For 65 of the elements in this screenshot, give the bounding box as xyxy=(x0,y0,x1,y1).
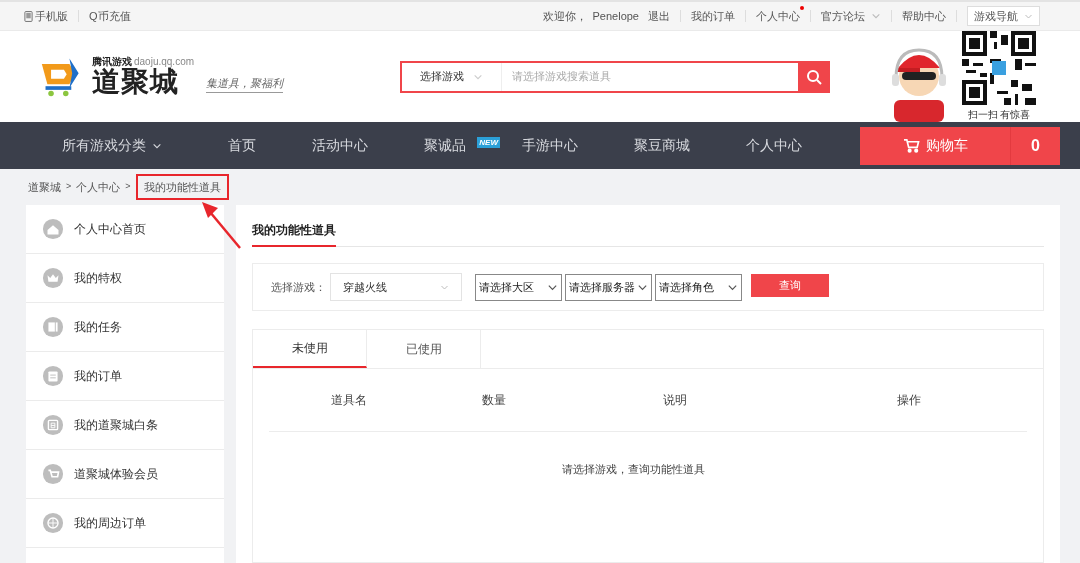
nav-link[interactable]: 活动中心 xyxy=(312,135,368,156)
nav-link[interactable]: 聚豆商城 xyxy=(634,135,690,156)
tab[interactable]: 已使用 xyxy=(367,330,481,368)
game-nav-dropdown[interactable]: 游戏导航 xyxy=(967,6,1040,26)
column-header: 道具名 xyxy=(330,392,368,409)
phone-icon xyxy=(24,10,33,22)
slogan-text: 集道具，聚福利 xyxy=(206,75,284,94)
breadcrumb-link[interactable]: 道聚城 xyxy=(28,178,61,196)
breadcrumb-link[interactable]: 个人中心 xyxy=(76,178,121,196)
game-select[interactable]: 选择游戏 xyxy=(402,62,502,91)
qr-caption: 扫一扫 有惊喜 xyxy=(967,108,1031,122)
cart-label: 购物车 xyxy=(925,136,968,155)
nav-link[interactable]: 手游中心 xyxy=(522,135,578,156)
sidebar-item[interactable]: 我的任务 xyxy=(26,303,224,352)
home-icon xyxy=(42,218,64,240)
clipboard-icon xyxy=(42,365,64,387)
publisher-text: 腾讯游戏 xyxy=(92,57,132,67)
top-link[interactable]: 帮助中心 xyxy=(902,7,946,25)
caret-icon xyxy=(871,11,881,21)
cart-count: 0 xyxy=(1010,126,1060,165)
nav-link[interactable]: 个人中心 xyxy=(746,135,802,156)
select-dropdown[interactable]: 请选择服务器 xyxy=(565,273,652,301)
tab[interactable]: 未使用 xyxy=(253,330,367,368)
search-field[interactable]: 选择游戏 请选择游戏搜索道具 xyxy=(400,60,830,93)
greeting-text: 欢迎你， xyxy=(542,8,587,24)
cart-icon xyxy=(902,138,920,153)
sidebar-item[interactable]: 道聚城体验会员 xyxy=(26,450,224,499)
column-header: 数量 xyxy=(481,392,507,409)
select-dropdown[interactable]: 请选择角色 xyxy=(655,273,742,301)
sidebar-item[interactable]: 我的订单 xyxy=(26,352,224,401)
brand-name: 道聚城 xyxy=(92,68,179,96)
sidebar-item[interactable]: 个人中心首页 xyxy=(26,205,224,254)
column-header: 操作 xyxy=(896,392,922,409)
mobile-link[interactable]: 手机版 xyxy=(24,7,68,25)
breadcrumb-link[interactable]: 我的功能性道具 xyxy=(143,180,221,193)
sidebar-item[interactable]: 我的道聚城白条 xyxy=(26,401,224,450)
select-dropdown[interactable]: 请选择大区 xyxy=(475,273,562,301)
breadcrumb-separator: > xyxy=(125,180,131,194)
domain-text: daoju.qq.com xyxy=(134,57,195,67)
sidebar-item[interactable]: 我的周边订单 xyxy=(26,499,224,548)
logout-link[interactable]: 退出 xyxy=(648,7,670,25)
breadcrumb-separator: > xyxy=(66,180,72,194)
filter-label: 选择游戏： xyxy=(271,279,326,295)
globe-icon xyxy=(42,512,64,534)
search-icon xyxy=(806,68,822,85)
crown-icon xyxy=(42,267,64,289)
cart-icon xyxy=(42,463,64,485)
empty-message: 请选择游戏，查询功能性道具 xyxy=(561,463,705,475)
username: Penelope xyxy=(592,8,639,24)
query-button[interactable]: 查询 xyxy=(751,274,829,297)
search-input[interactable]: 请选择游戏搜索道具 xyxy=(502,62,798,91)
cart-button[interactable]: 购物车 0 xyxy=(860,126,1060,165)
nav-link[interactable]: 首页 xyxy=(228,135,256,156)
top-link[interactable]: 我的订单 xyxy=(691,7,735,25)
sidebar-item[interactable]: 我的特权 xyxy=(26,254,224,303)
search-button[interactable] xyxy=(798,60,830,93)
top-link[interactable]: 官方论坛 xyxy=(821,7,881,25)
nav-link[interactable]: 所有游戏分类 xyxy=(62,135,162,156)
tasks-icon xyxy=(42,316,64,338)
new-badge: NEW xyxy=(477,137,500,148)
game-dropdown[interactable]: 穿越火线 xyxy=(330,273,462,301)
top-link[interactable]: 个人中心 xyxy=(756,7,800,25)
page-title: 我的功能性道具 xyxy=(252,221,336,247)
recharge-link[interactable]: Q币充值 xyxy=(89,7,131,25)
column-header: 说明 xyxy=(662,392,688,409)
